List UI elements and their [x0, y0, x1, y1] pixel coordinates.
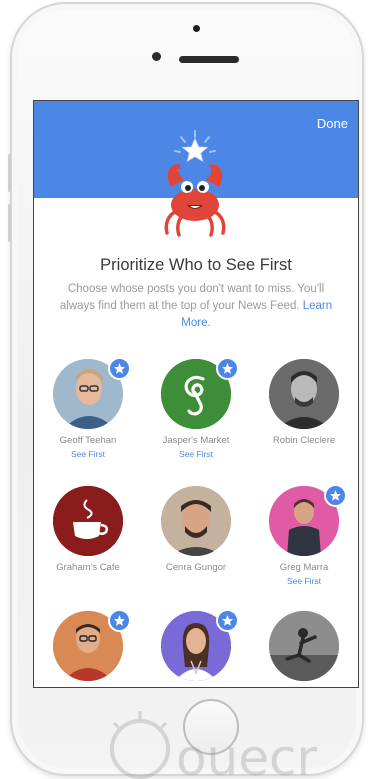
- description-text: Choose whose posts you don't want to mis…: [59, 283, 325, 312]
- svg-text:ouecr: ouecr: [176, 729, 318, 779]
- see-first-label: See First: [70, 449, 105, 459]
- person-item[interactable]: Greg Marra See First: [250, 484, 358, 616]
- watermark-logo: ouecr: [110, 711, 318, 779]
- person-name: Graham's Cafe: [56, 562, 120, 573]
- see-first-label: See First: [286, 576, 321, 586]
- done-button[interactable]: Done: [317, 116, 348, 131]
- person-item[interactable]: [34, 609, 142, 687]
- earpiece-speaker: [179, 56, 239, 63]
- front-camera-icon: [152, 52, 161, 61]
- see-first-star-badge-icon: [324, 484, 347, 507]
- person-name: Jasper's Market: [162, 435, 230, 446]
- avatar[interactable]: [269, 359, 339, 429]
- page-description: Choose whose posts you don't want to mis…: [52, 281, 340, 332]
- avatar[interactable]: [269, 611, 339, 681]
- person-name: Robin Cleclere: [272, 435, 336, 446]
- person-item[interactable]: [250, 611, 358, 687]
- avatar[interactable]: [53, 486, 123, 556]
- proximity-sensor: [193, 25, 200, 32]
- see-first-label: See First: [178, 449, 213, 459]
- person-item[interactable]: Jasper's Market See First: [142, 357, 250, 489]
- page-title: Prioritize Who to See First: [100, 256, 292, 274]
- see-first-star-badge-icon: [216, 609, 239, 632]
- crab-mascot-icon: [164, 130, 226, 237]
- see-first-star-badge-icon: [108, 357, 131, 380]
- side-button: [8, 204, 11, 242]
- person-name: Geoff Teehan: [59, 435, 117, 446]
- person-item[interactable]: Geoff Teehan See First: [34, 357, 142, 489]
- app-screen: Done Prioritize Who to See First Choose …: [33, 100, 359, 688]
- person-name: Greg Marra: [279, 562, 329, 573]
- person-item[interactable]: Graham's Cafe: [34, 486, 142, 616]
- side-button: [8, 154, 11, 192]
- person-item[interactable]: Robin Cleclere: [250, 359, 358, 489]
- person-item[interactable]: [142, 609, 250, 687]
- person-item[interactable]: Cenra Gungor: [142, 486, 250, 616]
- see-first-star-badge-icon: [216, 357, 239, 380]
- avatar[interactable]: [161, 486, 231, 556]
- see-first-star-badge-icon: [108, 609, 131, 632]
- person-name: Cenra Gungor: [165, 562, 227, 573]
